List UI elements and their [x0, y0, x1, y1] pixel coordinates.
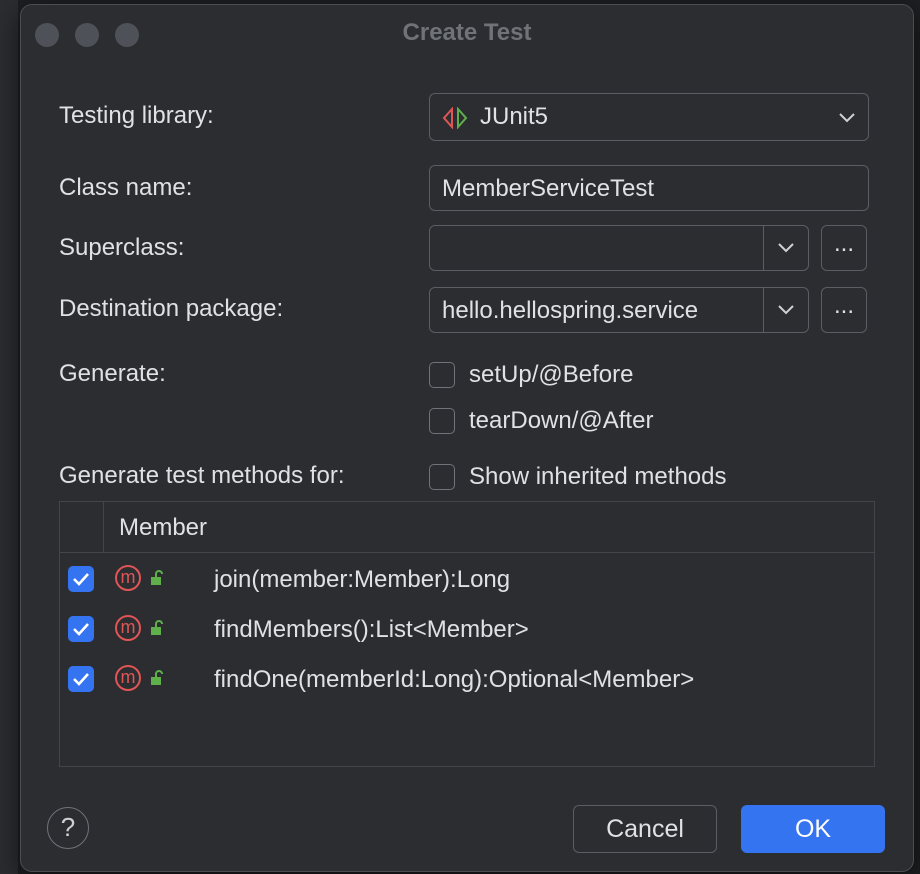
- teardown-after-checkbox[interactable]: [429, 408, 455, 434]
- checkmark-icon: [73, 573, 89, 586]
- testing-library-label: Testing library:: [59, 102, 214, 129]
- method-checkbox[interactable]: [68, 666, 94, 692]
- method-checkbox[interactable]: [68, 566, 94, 592]
- chevron-down-icon: [838, 111, 856, 129]
- setup-before-checkbox[interactable]: [429, 362, 455, 388]
- member-column-header[interactable]: Member: [119, 514, 207, 542]
- generate-label: Generate:: [59, 360, 166, 387]
- dialog-title: Create Test: [402, 19, 532, 46]
- checkmark-icon: [73, 673, 89, 686]
- destination-package-combo[interactable]: hello.hellospring.service: [429, 287, 809, 333]
- method-checkbox[interactable]: [68, 616, 94, 642]
- method-icon: m: [115, 615, 141, 641]
- destination-package-dropdown-arrow[interactable]: [763, 288, 808, 332]
- show-inherited-checkbox[interactable]: [429, 464, 455, 490]
- teardown-after-label[interactable]: tearDown/@After: [469, 407, 653, 435]
- method-signature: findOne(memberId:Long):Optional<Member>: [214, 666, 695, 693]
- testing-library-select[interactable]: JUnit5: [429, 93, 869, 141]
- destination-package-value: hello.hellospring.service: [442, 297, 699, 324]
- checkmark-icon: [73, 623, 89, 636]
- class-name-input[interactable]: MemberServiceTest: [429, 165, 869, 211]
- chevron-down-icon: [777, 304, 795, 316]
- table-header: Member: [60, 502, 874, 553]
- class-name-value: MemberServiceTest: [442, 175, 655, 202]
- header-divider: [103, 502, 104, 552]
- ok-button[interactable]: OK: [741, 805, 885, 853]
- show-inherited-label[interactable]: Show inherited methods: [469, 463, 726, 491]
- destination-package-label: Destination package:: [59, 295, 284, 322]
- method-icon: m: [115, 665, 141, 691]
- superclass-label: Superclass:: [59, 234, 185, 261]
- dialog-titlebar: Create Test: [21, 5, 913, 61]
- chevron-down-icon: [777, 242, 795, 254]
- table-row[interactable]: m findOne(memberId:Long):Optional<Member…: [60, 654, 874, 704]
- lock-icon: [150, 620, 166, 641]
- lock-icon: [150, 570, 166, 591]
- methods-table: Member m join(member:Member):Long m find…: [59, 501, 875, 767]
- method-icon: m: [115, 565, 141, 591]
- method-signature: findMembers():List<Member>: [214, 616, 529, 643]
- table-row[interactable]: m findMembers():List<Member>: [60, 604, 874, 654]
- ide-left-panel: [0, 0, 18, 874]
- destination-package-browse-button[interactable]: ...: [821, 287, 867, 333]
- help-button[interactable]: ?: [47, 807, 89, 849]
- testing-library-value: JUnit5: [480, 103, 549, 130]
- cancel-button[interactable]: Cancel: [573, 805, 717, 853]
- superclass-combo[interactable]: [429, 225, 809, 271]
- superclass-dropdown-arrow[interactable]: [763, 226, 808, 270]
- class-name-label: Class name:: [59, 174, 193, 201]
- create-test-dialog: Create Test Testing library: JUnit5 Clas…: [20, 4, 914, 872]
- superclass-browse-button[interactable]: ...: [821, 225, 867, 271]
- method-signature: join(member:Member):Long: [214, 566, 511, 593]
- lock-icon: [150, 670, 166, 691]
- table-row[interactable]: m join(member:Member):Long: [60, 554, 874, 604]
- junit-icon: [442, 106, 472, 134]
- setup-before-label[interactable]: setUp/@Before: [469, 361, 633, 389]
- methods-for-label: Generate test methods for:: [59, 462, 345, 489]
